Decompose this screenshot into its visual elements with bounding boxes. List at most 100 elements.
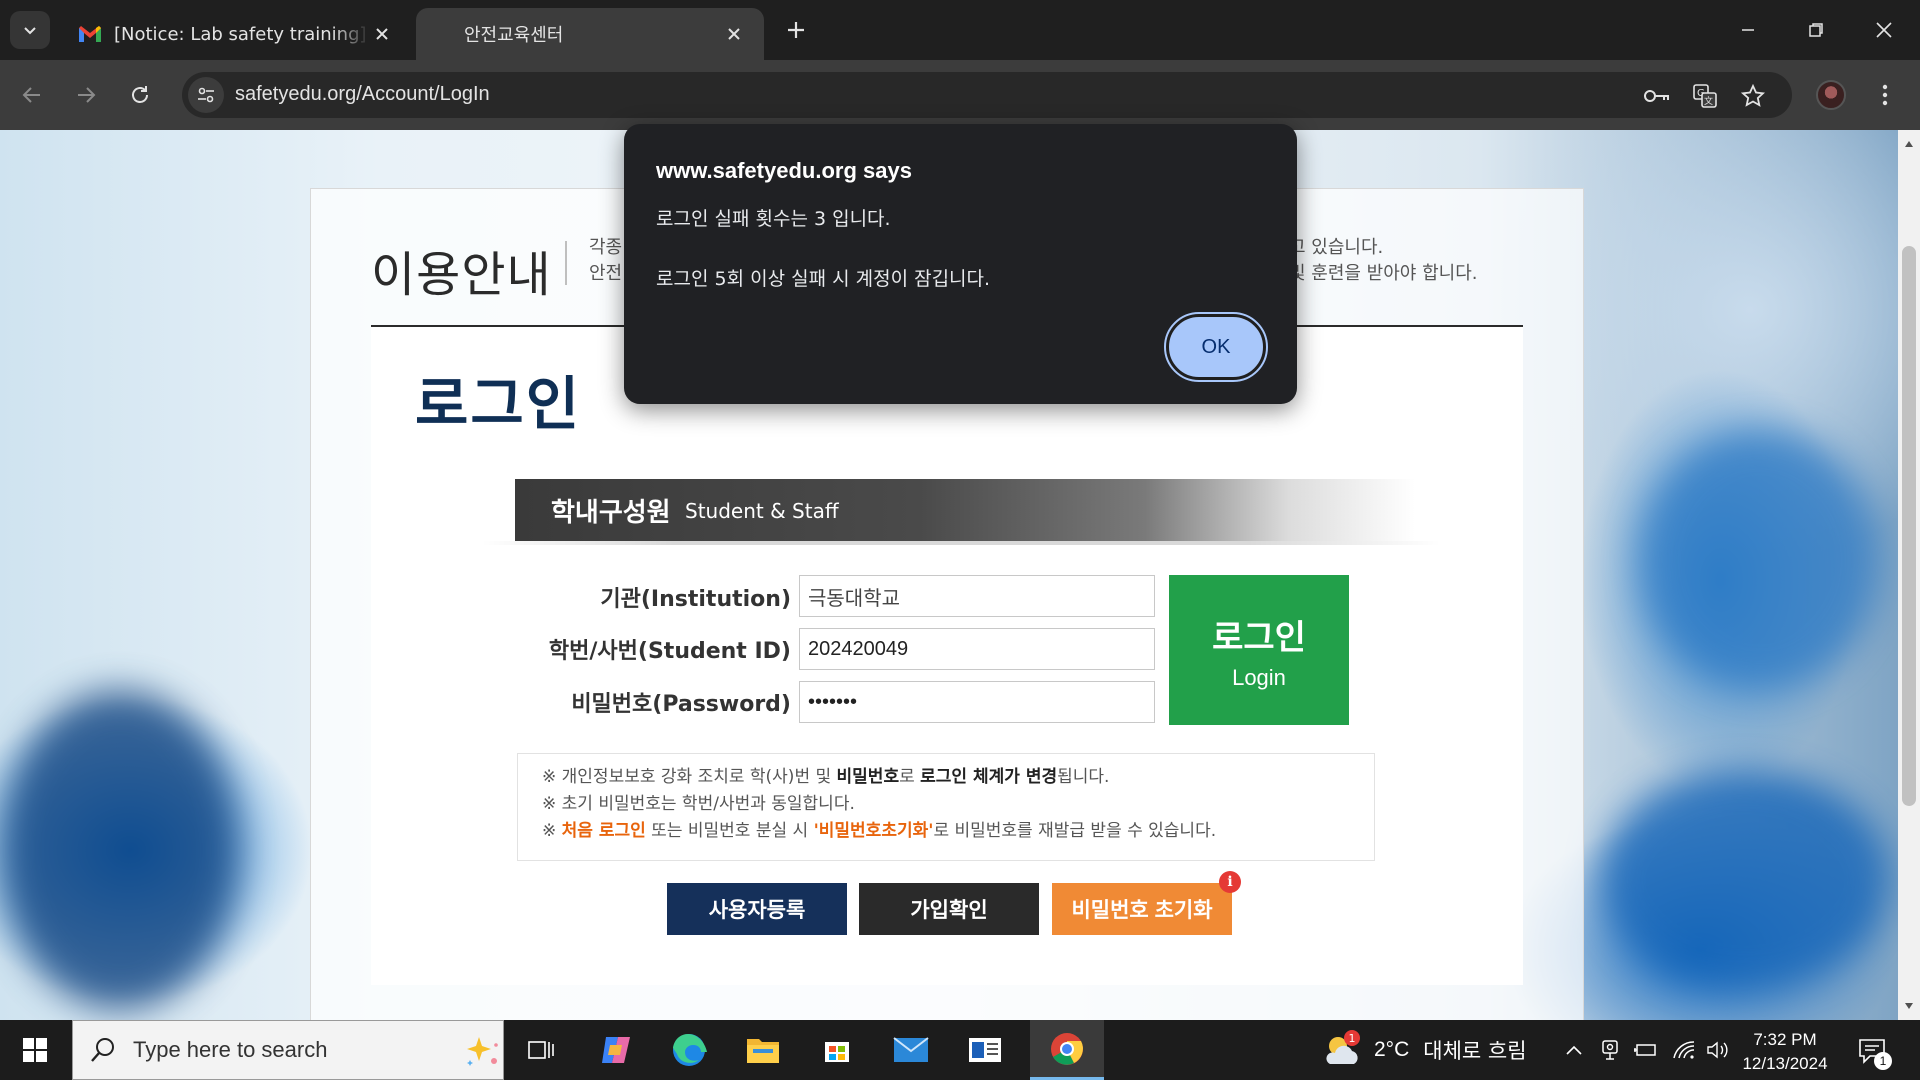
weather-widget[interactable]: 1 2°C 대체로 흐림: [1322, 1020, 1527, 1080]
url-text[interactable]: safetyedu.org/Account/LogIn: [235, 83, 490, 106]
confirm-registration-button[interactable]: 가입확인: [859, 883, 1039, 935]
login-button[interactable]: 로그인 Login: [1169, 575, 1349, 725]
arrow-left-icon: [22, 87, 40, 103]
dialog-ok-button[interactable]: OK: [1164, 312, 1268, 382]
news-app[interactable]: [948, 1020, 1022, 1080]
notice-line-3: ※ 처음 로그인 또는 비밀번호 분실 시 '비밀번호초기화'로 비밀번호를 재…: [542, 818, 1350, 845]
notice-text: 로: [899, 767, 921, 787]
mail-icon: [893, 1037, 929, 1062]
clock-date: 12/13/2024: [1742, 1054, 1828, 1073]
student-id-field[interactable]: [799, 628, 1155, 670]
login-button-label-en: Login: [1232, 664, 1286, 690]
tab-strip: [Notice: Lab safety training] - nsc 안전교육…: [0, 0, 1920, 60]
meet-now-button[interactable]: [1596, 1036, 1624, 1064]
scroll-thumb[interactable]: [1902, 246, 1916, 806]
notice-text: ※ 개인정보보호 강화 조치로 학(사)번 및: [542, 767, 837, 787]
clock[interactable]: 7:32 PM 12/13/2024: [1740, 1028, 1830, 1076]
tab-search-button[interactable]: [10, 11, 50, 49]
notice-line-2: ※ 초기 비밀번호는 학번/사번과 동일합니다.: [542, 794, 855, 814]
register-button[interactable]: 사용자등록: [667, 883, 847, 935]
triangle-up-icon: [1905, 141, 1913, 147]
arrow-right-icon: [78, 87, 96, 103]
member-type-band: 학내구성원 Student & Staff: [515, 479, 1415, 541]
network-button[interactable]: [1670, 1036, 1698, 1064]
task-view-button[interactable]: [504, 1020, 578, 1080]
login-button-label-ko: 로그인: [1212, 618, 1306, 657]
browser-menu-button[interactable]: [1870, 80, 1900, 110]
start-button[interactable]: [0, 1020, 70, 1080]
institution-label: 기관(Institution): [600, 587, 791, 612]
battery-button[interactable]: [1632, 1036, 1660, 1064]
forward-button[interactable]: [66, 75, 106, 115]
scroll-up-button[interactable]: [1898, 134, 1920, 154]
new-tab-button[interactable]: [778, 12, 814, 48]
gmail-icon: [79, 26, 101, 42]
mail-app[interactable]: [874, 1020, 948, 1080]
notice-text: 또는 비밀번호 분실 시: [645, 821, 814, 841]
sparkle-icon: [467, 1037, 498, 1066]
notification-center-button[interactable]: 1: [1856, 1034, 1892, 1070]
minimize-button[interactable]: [1714, 0, 1782, 60]
microsoft-store-app[interactable]: [800, 1020, 874, 1080]
dialog-message-line-1: 로그인 실패 횟수는 3 입니다.: [656, 208, 891, 230]
file-explorer-app[interactable]: [726, 1020, 800, 1080]
tab-safetyedu[interactable]: 안전교육센터: [416, 8, 764, 60]
close-icon: [728, 28, 740, 40]
weather-temperature: 2°C: [1374, 1038, 1410, 1061]
bookmark-button[interactable]: [1738, 81, 1768, 111]
site-info-button[interactable]: [188, 77, 224, 113]
tab-gmail[interactable]: [Notice: Lab safety training] - nsc: [60, 8, 412, 60]
chrome-app[interactable]: [1030, 1020, 1104, 1080]
background-decoration: [1600, 770, 1890, 990]
institution-field[interactable]: [799, 575, 1155, 617]
wifi-icon: [1673, 1041, 1695, 1059]
battery-icon: [1634, 1044, 1656, 1056]
scroll-down-button[interactable]: [1898, 996, 1920, 1016]
profile-avatar[interactable]: [1816, 80, 1846, 110]
notice-bold: 비밀번호: [836, 767, 900, 787]
weather-condition: 대체로 흐림: [1423, 1039, 1527, 1063]
taskbar-search[interactable]: Type here to search: [72, 1020, 504, 1080]
show-hidden-icons-button[interactable]: [1560, 1036, 1588, 1064]
login-panel: 로그인 학내구성원 Student & Staff 기관(Institution…: [371, 325, 1523, 985]
news-icon: [969, 1038, 1001, 1062]
chrome-icon: [1051, 1032, 1083, 1065]
reload-icon: [132, 86, 148, 103]
notice-text: ※: [542, 821, 562, 841]
password-field[interactable]: [799, 681, 1155, 723]
edge-icon: [673, 1034, 707, 1066]
reload-button[interactable]: [120, 75, 160, 115]
close-window-button[interactable]: [1850, 0, 1918, 60]
reset-password-button[interactable]: 비밀번호 초기화: [1052, 883, 1232, 935]
info-badge-icon: i: [1219, 871, 1241, 893]
back-button[interactable]: [12, 75, 52, 115]
close-tab-button[interactable]: [722, 22, 746, 46]
notice-highlight: 처음 로그인: [561, 821, 646, 841]
page-scrollbar[interactable]: [1898, 130, 1920, 1020]
translate-button[interactable]: G文: [1690, 81, 1720, 111]
restore-button[interactable]: [1782, 0, 1850, 60]
close-icon: [376, 28, 388, 40]
divider: [565, 241, 567, 285]
windows-icon: [23, 1038, 47, 1062]
tab-title: 안전교육센터: [464, 25, 564, 46]
copilot-icon: [602, 1037, 630, 1063]
page-title: 로그인: [415, 370, 582, 438]
background-decoration: [0, 690, 240, 1010]
address-bar[interactable]: safetyedu.org/Account/LogIn G文: [182, 72, 1792, 118]
notice-highlight: '비밀번호초기화': [813, 821, 934, 841]
edge-app[interactable]: [652, 1020, 726, 1080]
info-line-1-left: 각종: [589, 237, 623, 258]
info-line-1-right: 고 있습니다.: [1289, 237, 1384, 258]
info-line-2-left: 안전: [589, 263, 623, 284]
password-key-button[interactable]: [1642, 81, 1672, 111]
volume-button[interactable]: [1704, 1036, 1732, 1064]
speaker-icon: [1707, 1041, 1728, 1059]
search-placeholder: Type here to search: [133, 1037, 328, 1062]
webcam-icon: [1602, 1040, 1618, 1060]
store-icon: [825, 1042, 849, 1062]
more-vertical-icon: [1882, 84, 1888, 106]
band-shadow: [481, 541, 1441, 545]
copilot-app[interactable]: [578, 1020, 652, 1080]
close-tab-button[interactable]: [370, 22, 394, 46]
